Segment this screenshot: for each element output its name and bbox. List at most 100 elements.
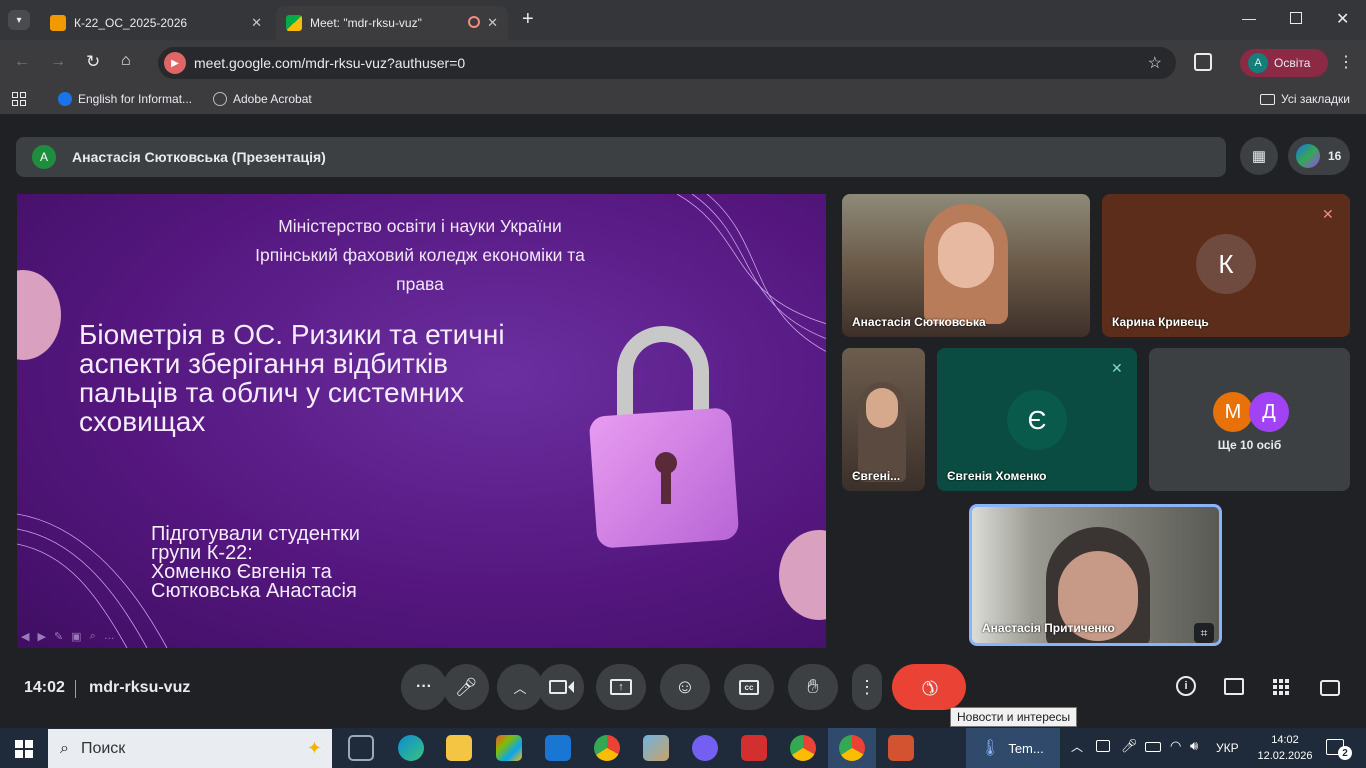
participant-tile[interactable]: Анастасія Сютковська	[842, 194, 1090, 337]
paint-icon[interactable]	[643, 735, 669, 761]
tray-microphone-icon[interactable]: 🎤︎	[1121, 738, 1138, 754]
clock-time: 14:02	[1271, 734, 1299, 746]
chrome-profile-icon[interactable]	[790, 735, 816, 761]
info-icon[interactable]: i	[1176, 676, 1196, 696]
file-explorer-icon[interactable]	[446, 735, 472, 761]
tab-classroom[interactable]: К-22_ОС_2025-2026 ✕	[40, 6, 272, 40]
activities-icon[interactable]	[1273, 679, 1289, 695]
participant-tile[interactable]: Євгені...	[842, 348, 925, 491]
close-window-icon[interactable]: ✕	[1336, 9, 1349, 29]
all-bookmarks[interactable]: Усі закладки	[1260, 92, 1350, 106]
new-tab-button[interactable]: +	[522, 8, 534, 31]
shared-slide: Міністерство освіти і науки України Ірпі…	[17, 194, 826, 648]
participant-count: 16	[1328, 149, 1342, 163]
home-icon[interactable]: ⌂	[121, 52, 131, 70]
more-options-button[interactable]: ···	[401, 664, 447, 710]
self-view-tile[interactable]: ⌗ Анастасія Притиченко	[969, 504, 1222, 646]
bookmark-item[interactable]: Adobe Acrobat	[213, 92, 312, 106]
chrome-active-icon[interactable]	[839, 735, 865, 761]
wifi-icon[interactable]: ◠	[1170, 738, 1181, 754]
slide-title-line: пальців та облич у системних	[79, 377, 464, 408]
weather-widget[interactable]: 🌡︎ Tem...	[966, 728, 1060, 768]
classroom-icon	[50, 15, 66, 31]
store-icon[interactable]	[496, 735, 522, 761]
slide-authors: Підготували студентки групи К-22: Хоменк…	[151, 524, 360, 602]
edge-icon[interactable]	[398, 735, 424, 761]
previous-slide-icon[interactable]: ◀	[21, 630, 29, 643]
taskbar-search[interactable]: ⌕ Поиск ✦	[48, 729, 332, 768]
crop-icon[interactable]: ⌗	[1194, 623, 1214, 643]
more-participants-tile[interactable]: М Д Ще 10 осіб	[1149, 348, 1350, 491]
tray-chevron-icon[interactable]: ︿	[1071, 738, 1083, 755]
microphone-button[interactable]: 🎤︎	[443, 664, 489, 710]
people-button[interactable]: 16	[1288, 137, 1350, 175]
close-tab-icon[interactable]: ✕	[251, 15, 262, 31]
forward-icon[interactable]: →	[50, 53, 66, 71]
tab-meet[interactable]: Meet: "mdr-rksu-vuz" ✕	[276, 6, 508, 40]
back-icon[interactable]: ←	[14, 53, 30, 71]
more-icon[interactable]: …	[104, 630, 115, 643]
menu-icon[interactable]: ⋮	[1338, 52, 1354, 72]
reactions-button[interactable]: ☺	[660, 664, 710, 710]
profile-button[interactable]: A Освіта	[1240, 49, 1328, 77]
presenter-label: Анастасія Сютковська (Презентація)	[72, 149, 326, 165]
slides-icon[interactable]: ▣	[71, 630, 81, 643]
close-tab-icon[interactable]: ✕	[487, 15, 498, 31]
bookmark-star-icon[interactable]: ☆	[1148, 53, 1162, 73]
bookmarks-bar: English for Informat... Adobe Acrobat Ус…	[0, 86, 1366, 114]
address-bar[interactable]: ▶ meet.google.com/mdr-rksu-vuz?authuser=…	[158, 47, 1176, 79]
present-button[interactable]: ↑	[596, 664, 646, 710]
system-clock[interactable]: 14:02 12.02.2026	[1254, 732, 1316, 764]
zoom-icon[interactable]: ⌕	[90, 630, 96, 643]
more-actions-button[interactable]: ⋮	[852, 664, 882, 710]
reload-icon[interactable]: ↻	[86, 52, 100, 72]
apps-icon[interactable]	[12, 92, 26, 106]
restore-icon[interactable]	[1290, 12, 1302, 24]
mail-icon[interactable]	[545, 735, 571, 761]
minimize-icon[interactable]: —	[1242, 10, 1256, 26]
camera-button[interactable]	[538, 664, 584, 710]
captions-button[interactable]: cc	[724, 664, 774, 710]
emoji-icon: ☺	[674, 675, 696, 698]
pen-icon[interactable]: ✎	[54, 630, 63, 643]
chrome-icon[interactable]	[594, 735, 620, 761]
battery-icon[interactable]	[1145, 742, 1161, 752]
windows-start-icon[interactable]	[15, 740, 33, 758]
tab-search-icon[interactable]: ▾	[8, 10, 30, 30]
camera-permission-icon[interactable]: ▶	[164, 52, 186, 74]
leave-call-button[interactable]: ✆	[892, 664, 966, 710]
tray-app-icon[interactable]	[1096, 740, 1110, 752]
raise-hand-button[interactable]: ✋︎	[788, 664, 838, 710]
bookmark-item[interactable]: English for Informat...	[58, 92, 192, 106]
slide-header-line: права	[396, 274, 444, 294]
volume-icon[interactable]: 🔊︎	[1190, 738, 1198, 754]
participant-tile[interactable]: К ✕ Карина Кривець	[1102, 194, 1350, 337]
avatar: Є	[1007, 390, 1067, 450]
avatar: Д	[1249, 392, 1289, 432]
language-indicator[interactable]: УКР	[1216, 741, 1239, 755]
presentation-bar: A Анастасія Сютковська (Презентація)	[16, 137, 1226, 177]
meeting-time: 14:02	[24, 679, 65, 696]
next-slide-icon[interactable]: ▶	[37, 630, 45, 643]
acrobat-icon[interactable]	[741, 735, 767, 761]
participant-tile[interactable]: Є ✕ Євгенія Хоменко	[937, 348, 1137, 491]
hide-tiles-icon[interactable]: ▦	[1240, 137, 1278, 175]
slide-authors-line: Сютковська Анастасія	[151, 580, 357, 602]
viber-icon[interactable]	[692, 735, 718, 761]
extensions-icon[interactable]	[1194, 53, 1212, 71]
participant-name: Карина Кривець	[1112, 315, 1209, 329]
weather-label: Tem...	[1008, 740, 1044, 756]
recording-icon	[468, 16, 480, 28]
url-text[interactable]: meet.google.com/mdr-rksu-vuz?authuser=0	[194, 55, 465, 71]
powerpoint-icon[interactable]	[888, 735, 914, 761]
globe-icon	[213, 92, 227, 106]
meeting-code: mdr-rksu-vuz	[89, 679, 191, 696]
bookmark-label: English for Informat...	[78, 92, 193, 106]
task-view-icon[interactable]	[348, 735, 374, 761]
host-controls-icon[interactable]	[1320, 680, 1340, 696]
avatar: A	[32, 145, 56, 169]
chat-icon[interactable]	[1224, 678, 1244, 695]
decorative-circle	[779, 530, 826, 620]
camera-options-button[interactable]: ︿	[497, 664, 543, 710]
clock-date: 12.02.2026	[1257, 750, 1313, 762]
